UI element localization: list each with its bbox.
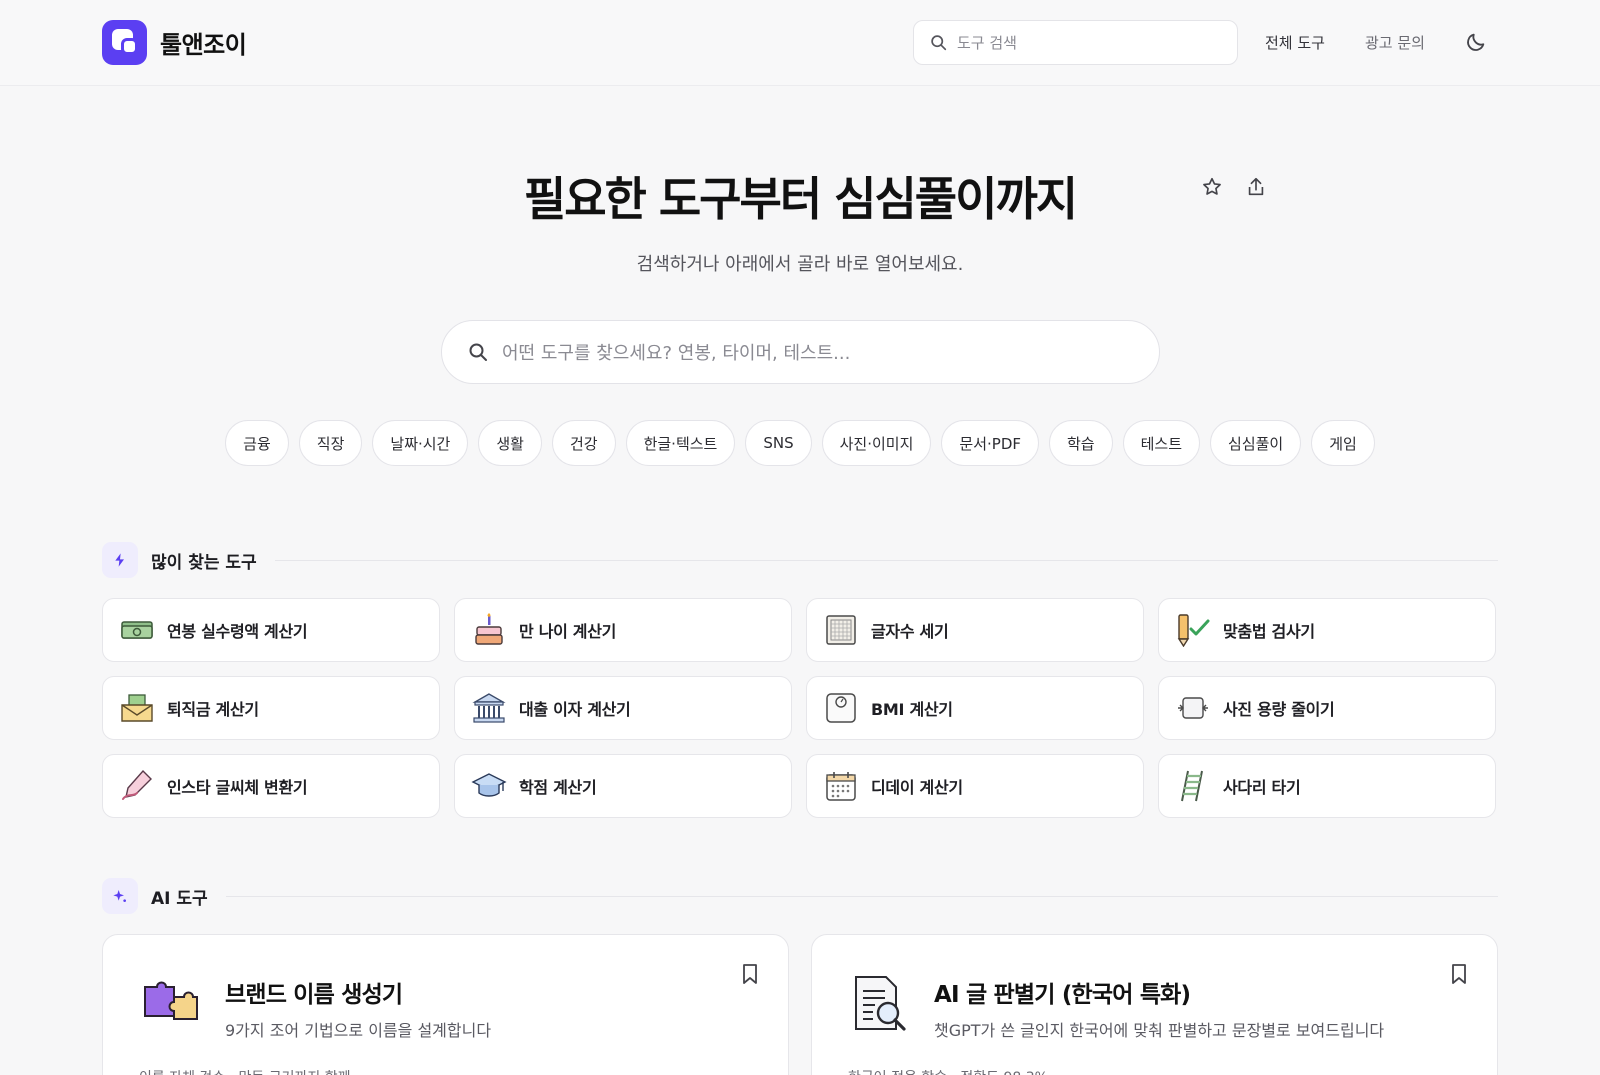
category-chip[interactable]: 학습 [1049,420,1113,466]
category-chip[interactable]: 직장 [298,420,363,466]
tool-label: 사진 용량 줄이기 [1223,700,1335,719]
tool-card[interactable]: 사진 용량 줄이기 [1158,676,1496,740]
document-search-icon [855,976,906,1031]
logo-mark-icon [102,20,147,65]
tool-card[interactable]: 학점 계산기 [454,754,792,818]
search-icon [931,35,947,51]
tool-label: 글자수 세기 [871,622,949,641]
tool-card[interactable]: 디데이 계산기 [806,754,1144,818]
divider [225,895,1498,897]
ai-tool-title: 브랜드 이름 생성기 [225,982,403,1008]
tool-label: 만 나이 계산기 [519,622,617,641]
ai-tool-card[interactable]: AI 글 판별기 (한국어 특화) 챗GPT가 쓴 글인지 한국어에 맞춰 판별… [811,934,1498,1075]
divider [274,559,1498,561]
category-chip[interactable]: 금융 [225,420,289,466]
tool-label: 대출 이자 계산기 [519,700,631,719]
puzzle-icon [144,981,198,1020]
popular-section-title: 많이 찾는 도구 [151,552,257,573]
money-icon [119,612,155,648]
lightning-icon [102,542,138,578]
category-chip[interactable]: 건강 [551,420,616,466]
tool-label: 연봉 실수령액 계산기 [167,622,308,641]
tool-label: 사다리 타기 [1223,778,1301,797]
tool-label: 맞춤법 검사기 [1223,622,1315,641]
ai-section-title: AI 도구 [151,888,208,909]
grid-paper-icon [823,612,859,648]
moon-icon[interactable] [1465,31,1487,53]
graduation-cap-icon [471,768,507,804]
tool-card[interactable]: 인스타 글씨체 변환기 [102,754,440,818]
ai-tool-card[interactable]: 브랜드 이름 생성기 9가지 조어 기법으로 이름을 설계합니다 이름 자체 검… [102,934,789,1075]
category-chip[interactable]: 심심풀이 [1210,420,1302,466]
nav-ad-inquiry[interactable]: 광고 문의 [1365,32,1425,53]
top-header: 툴앤조이 도구 검색 전체 도구 광고 문의 [0,0,1600,86]
pencil-check-icon [1175,612,1211,648]
cake-icon [471,612,507,648]
nav-all-tools[interactable]: 전체 도구 [1265,32,1325,53]
category-chip[interactable]: 한글·텍스트 [625,420,736,466]
tool-card[interactable]: 맞춤법 검사기 [1158,598,1496,662]
tool-card[interactable]: 사다리 타기 [1158,754,1496,818]
page-title: 필요한 도구부터 심심풀이까지 [523,172,1078,226]
star-icon[interactable] [1201,176,1223,198]
search-icon [469,343,487,361]
tool-card[interactable]: 대출 이자 계산기 [454,676,792,740]
category-chip[interactable]: 게임 [1311,420,1375,466]
ladder-icon [1175,768,1211,804]
ai-tool-footnote: 이름 자체 검수 · 만든 근거까지 함께 [139,1067,350,1075]
category-chips: 금융 직장 날짜·시간 생활 건강 한글·텍스트 SNS 사진·이미지 문서·P… [0,420,1600,466]
font-style-icon [119,768,155,804]
tool-label: 퇴직금 계산기 [167,700,259,719]
hero-actions [1201,176,1267,198]
ai-tool-footnote: 한국어 적용 학습 · 정확도 98.3% [848,1067,1048,1075]
category-chip[interactable]: 문서·PDF [941,420,1039,466]
main-search-placeholder: 어떤 도구를 찾으세요? 연봉, 타이머, 테스트... [502,343,851,364]
share-icon[interactable] [1245,176,1267,198]
category-chip[interactable]: 날짜·시간 [372,420,469,466]
category-chip[interactable]: SNS [745,420,812,466]
tool-card[interactable]: 글자수 세기 [806,598,1144,662]
ai-section-header: AI 도구 [102,878,1498,914]
tool-card[interactable]: BMI 계산기 [806,676,1144,740]
compress-icon [1175,690,1211,726]
category-chip[interactable]: 테스트 [1122,420,1201,466]
bookmark-icon[interactable] [740,963,760,985]
main-search-input[interactable]: 어떤 도구를 찾으세요? 연봉, 타이머, 테스트... [441,320,1160,384]
sparkle-icon [102,878,138,914]
tool-card[interactable]: 만 나이 계산기 [454,598,792,662]
bookmark-icon[interactable] [1449,963,1469,985]
tool-label: 인스타 글씨체 변환기 [167,778,308,797]
brand-name: 툴앤조이 [160,31,247,59]
ai-tool-desc: 챗GPT가 쓴 글인지 한국어에 맞춰 판별하고 문장별로 보여드립니다 [934,1021,1385,1040]
ai-tool-title: AI 글 판별기 (한국어 특화) [934,982,1191,1008]
header-search-input[interactable]: 도구 검색 [913,20,1238,65]
popular-tools-grid: 연봉 실수령액 계산기 만 나이 계산기 글자수 세기 맞춤법 검사기 퇴직금 … [102,598,1498,818]
scale-icon [823,690,859,726]
category-chip[interactable]: 생활 [478,420,542,466]
header-search-placeholder: 도구 검색 [957,34,1017,52]
tool-label: 디데이 계산기 [871,778,963,797]
tool-label: 학점 계산기 [519,778,597,797]
ai-tool-desc: 9가지 조어 기법으로 이름을 설계합니다 [225,1021,492,1040]
category-chip[interactable]: 사진·이미지 [821,420,932,466]
page-subtitle: 검색하거나 아래에서 골라 바로 열어보세요. [636,254,964,275]
tool-card[interactable]: 퇴직금 계산기 [102,676,440,740]
popular-section-header: 많이 찾는 도구 [102,542,1498,578]
bank-icon [471,690,507,726]
logo[interactable]: 툴앤조이 [102,20,247,65]
tool-card[interactable]: 연봉 실수령액 계산기 [102,598,440,662]
calendar-icon [823,768,859,804]
tool-label: BMI 계산기 [871,700,953,719]
envelope-money-icon [119,690,155,726]
ai-tools-grid: 브랜드 이름 생성기 9가지 조어 기법으로 이름을 설계합니다 이름 자체 검… [102,934,1498,1075]
